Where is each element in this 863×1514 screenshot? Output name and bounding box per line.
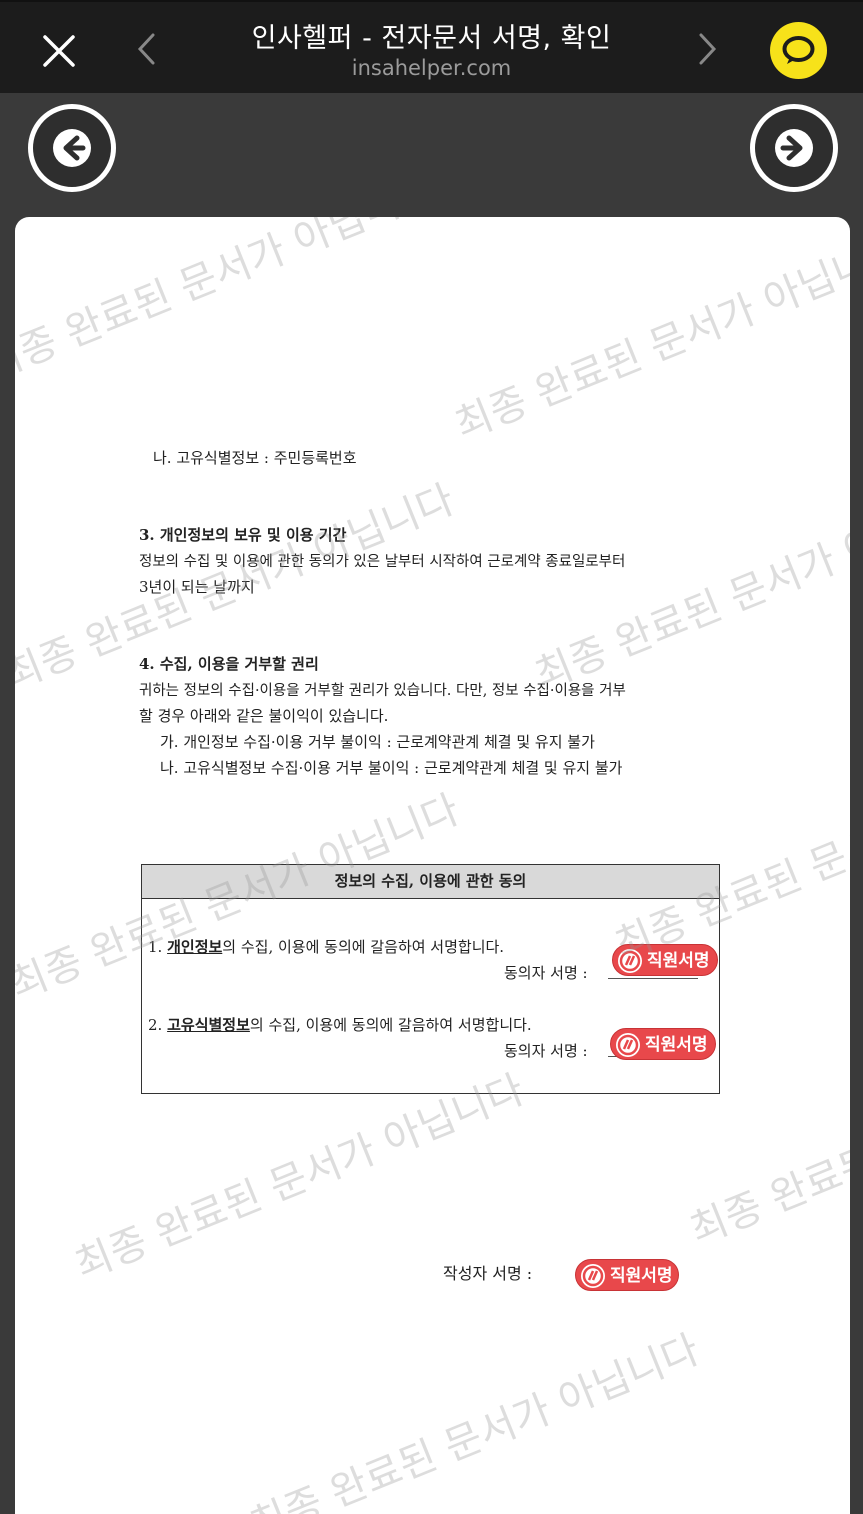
section-3-title: 3. 개인정보의 보유 및 이용 기간 — [139, 526, 347, 544]
section-4-item-a: 가. 개인정보 수집·이용 거부 불이익 : 근로계약관계 체결 및 유지 불가 — [160, 733, 595, 751]
stamp-logo-icon — [618, 949, 642, 973]
consent-header: 정보의 수집, 이용에 관한 동의 — [142, 865, 719, 899]
consent-item-2-key: 고유식별정보 — [167, 1016, 250, 1034]
section-4-title: 4. 수집, 이용을 거부할 권리 — [139, 655, 319, 673]
consent-item-1-key: 개인정보 — [167, 938, 223, 956]
signer-label-2: 동의자 서명 : — [504, 1042, 588, 1060]
signer-label-1: 동의자 서명 : — [504, 964, 588, 982]
stamp-logo-icon — [616, 1033, 640, 1057]
unique-id-line: 나. 고유식별정보 : 주민등록번호 — [153, 449, 357, 467]
document-page[interactable]: 나. 고유식별정보 : 주민등록번호 3. 개인정보의 보유 및 이용 기간 정… — [15, 217, 850, 1514]
consent-table: 정보의 수집, 이용에 관한 동의 1. 개인정보의 수집, 이용에 동의에 갈… — [141, 864, 720, 1094]
kakaotalk-icon[interactable] — [770, 22, 827, 79]
consent-item-1-prefix: 1. — [148, 938, 168, 956]
consent-item-1-text: 의 수집, 이용에 동의에 갈음하여 서명합니다. — [222, 938, 505, 956]
section-3-body-line1: 정보의 수집 및 이용에 관한 동의가 있은 날부터 시작하여 근로계약 종료일… — [139, 554, 626, 570]
watermark-text: 최종 완료된 문서가 아닙니다 — [528, 476, 850, 699]
watermark-text: 최종 완료된 문서가 아닙니다 — [448, 226, 850, 449]
arrow-right-circle-icon[interactable] — [750, 104, 838, 192]
section-4-body-line2: 할 경우 아래와 같은 불이익이 있습니다. — [139, 707, 389, 725]
page-title: 인사헬퍼 - 전자문서 서명, 확인 — [251, 23, 612, 54]
watermark-text: 최종 완료된 문서가 아닙니다 — [15, 217, 441, 389]
stamp-label-author: 직원서명 — [610, 1266, 673, 1286]
stamp-label-1: 직원서명 — [647, 951, 710, 971]
watermark-text: 최종 완료된 문서가 아닙니다 — [243, 1326, 706, 1514]
signature-stamp-2[interactable]: 직원서명 — [610, 1028, 716, 1060]
document-content: 나. 고유식별정보 : 주민등록번호 3. 개인정보의 보유 및 이용 기간 정… — [15, 217, 850, 1514]
signature-line-1 — [608, 978, 698, 979]
signature-stamp-1[interactable]: 직원서명 — [612, 944, 718, 976]
author-signature-stamp[interactable]: 직원서명 — [575, 1259, 679, 1291]
arrow-left-circle-icon[interactable] — [28, 104, 116, 192]
stamp-logo-icon — [581, 1264, 605, 1288]
author-signature-label: 작성자 서명 : — [443, 1264, 533, 1283]
page-url: insahelper.com — [351, 56, 512, 80]
chevron-right-icon[interactable] — [693, 32, 721, 66]
consent-item-2-prefix: 2. — [148, 1016, 168, 1034]
browser-header: 인사헬퍼 - 전자문서 서명, 확인 insahelper.com — [0, 0, 863, 93]
consent-item-1: 1. 개인정보의 수집, 이용에 동의에 갈음하여 서명합니다. — [148, 936, 504, 957]
consent-item-2: 2. 고유식별정보의 수집, 이용에 동의에 갈음하여 서명합니다. — [148, 1014, 532, 1035]
section-3-body-line2: 3년이 되는 날까지 — [139, 578, 255, 596]
section-4-body-line1: 귀하는 정보의 수집·이용을 거부할 권리가 있습니다. 다만, 정보 수집·이… — [139, 683, 626, 699]
section-4-item-b: 나. 고유식별정보 수집·이용 거부 불이익 : 근로계약관계 체결 및 유지 … — [160, 759, 623, 777]
consent-item-2-text: 의 수집, 이용에 동의에 갈음하여 서명합니다. — [249, 1016, 532, 1034]
stamp-label-2: 직원서명 — [645, 1035, 708, 1055]
